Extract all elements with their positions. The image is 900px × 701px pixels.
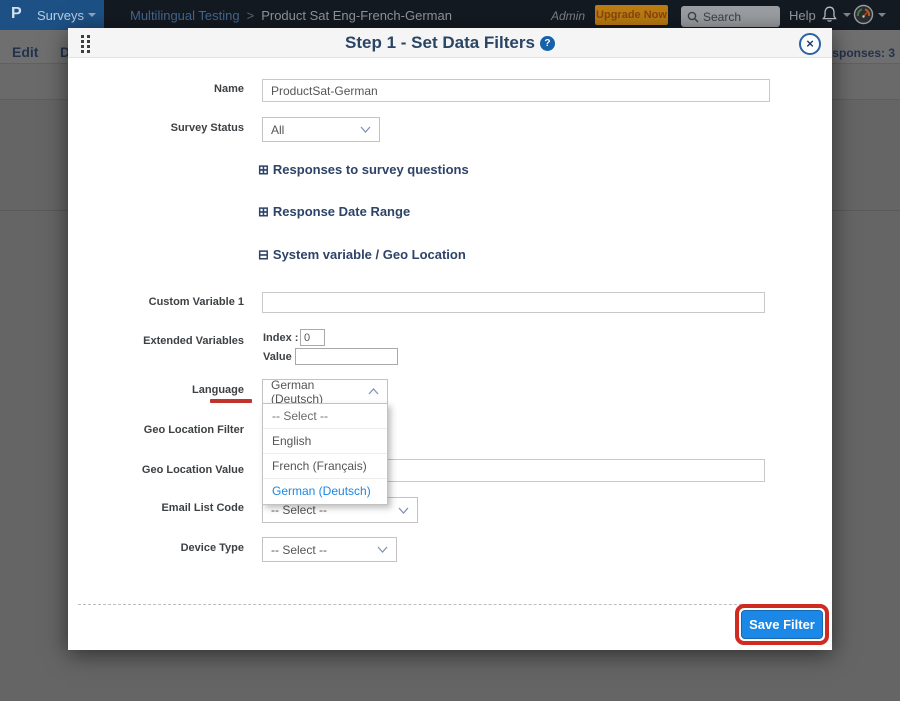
notifications-bell-icon[interactable] <box>820 5 839 29</box>
menu-item-edit[interactable]: Edit <box>12 44 38 60</box>
email-list-code-label: Email List Code <box>68 502 244 514</box>
brand-area: P Surveys <box>0 0 104 30</box>
device-type-value: -- Select -- <box>271 543 327 557</box>
collapse-icon[interactable]: ⊟ <box>258 247 269 262</box>
questionpro-logo: P <box>11 5 22 23</box>
search-box[interactable] <box>681 6 780 27</box>
language-option-selected[interactable]: German (Deutsch) <box>263 479 387 504</box>
breadcrumb-separator: > <box>240 8 262 23</box>
language-option[interactable]: French (Français) <box>263 454 387 479</box>
section-label: System variable / Geo Location <box>273 247 466 262</box>
annotation-ring: Save Filter <box>735 604 829 645</box>
close-icon[interactable]: × <box>799 33 821 55</box>
index-label: Index : <box>263 332 298 344</box>
geo-location-value-label: Geo Location Value <box>68 464 244 476</box>
search-icon <box>687 11 699 23</box>
device-type-select[interactable]: -- Select -- <box>262 537 397 562</box>
breadcrumb-parent[interactable]: Multilingual Testing <box>130 8 240 23</box>
chevron-down-icon <box>398 507 409 514</box>
nav-surveys[interactable]: Surveys <box>37 8 84 23</box>
language-option[interactable]: -- Select -- <box>263 404 387 429</box>
modal-title-text: Step 1 - Set Data Filters <box>345 33 535 52</box>
search-input[interactable] <box>703 10 773 24</box>
chevron-up-icon <box>368 388 379 395</box>
survey-status-select[interactable]: All <box>262 117 380 142</box>
value-input[interactable] <box>295 348 398 365</box>
expand-icon[interactable]: ⊞ <box>258 204 269 219</box>
surveys-caret-icon[interactable] <box>88 13 96 17</box>
index-input[interactable] <box>300 329 325 346</box>
language-label: Language <box>68 384 244 396</box>
language-value: German (Deutsch) <box>271 378 368 406</box>
language-dropdown-list: -- Select -- English French (Français) G… <box>262 403 388 505</box>
breadcrumb: Multilingual Testing>Product Sat Eng-Fre… <box>130 8 452 23</box>
bell-caret-icon[interactable] <box>843 13 851 17</box>
value-label: Value : <box>263 351 298 363</box>
email-list-code-value: -- Select -- <box>271 503 327 517</box>
admin-label: Admin <box>551 9 585 23</box>
survey-status-value: All <box>271 123 284 137</box>
section-label: Response Date Range <box>273 204 410 219</box>
section-system-variable-geo[interactable]: ⊟ System variable / Geo Location <box>258 247 466 263</box>
section-label: Responses to survey questions <box>273 162 469 177</box>
help-icon[interactable]: ? <box>540 36 555 51</box>
expand-icon[interactable]: ⊞ <box>258 162 269 177</box>
modal-title: Step 1 - Set Data Filters? <box>68 33 832 53</box>
language-select[interactable]: German (Deutsch) <box>262 379 388 404</box>
avatar[interactable] <box>853 4 874 30</box>
top-navigation-bar: P Surveys Multilingual Testing>Product S… <box>0 0 900 30</box>
section-responses-to-questions[interactable]: ⊞ Responses to survey questions <box>258 162 469 178</box>
geo-location-filter-label: Geo Location Filter <box>68 424 244 436</box>
help-link[interactable]: Help <box>789 8 816 23</box>
chevron-down-icon <box>360 126 371 133</box>
survey-status-label: Survey Status <box>68 122 244 134</box>
breadcrumb-current: Product Sat Eng-French-German <box>261 8 452 23</box>
avatar-caret-icon[interactable] <box>878 13 886 17</box>
page: P Surveys Multilingual Testing>Product S… <box>0 0 900 701</box>
upgrade-now-button[interactable]: Upgrade Now <box>595 5 668 25</box>
extended-variables-label: Extended Variables <box>68 335 244 347</box>
dashed-divider <box>78 604 822 605</box>
modal-header: Step 1 - Set Data Filters? × <box>68 28 832 58</box>
custom-variable-1-label: Custom Variable 1 <box>68 296 244 308</box>
device-type-label: Device Type <box>68 542 244 554</box>
annotation-underline <box>210 399 252 403</box>
save-filter-button[interactable]: Save Filter <box>741 610 823 639</box>
chevron-down-icon <box>377 546 388 553</box>
custom-variable-1-input[interactable] <box>262 292 765 313</box>
language-option[interactable]: English <box>263 429 387 454</box>
set-data-filters-modal: Step 1 - Set Data Filters? × Name Survey… <box>68 28 832 650</box>
section-response-date-range[interactable]: ⊞ Response Date Range <box>258 204 410 220</box>
name-input[interactable] <box>262 79 770 102</box>
name-label: Name <box>68 83 244 95</box>
